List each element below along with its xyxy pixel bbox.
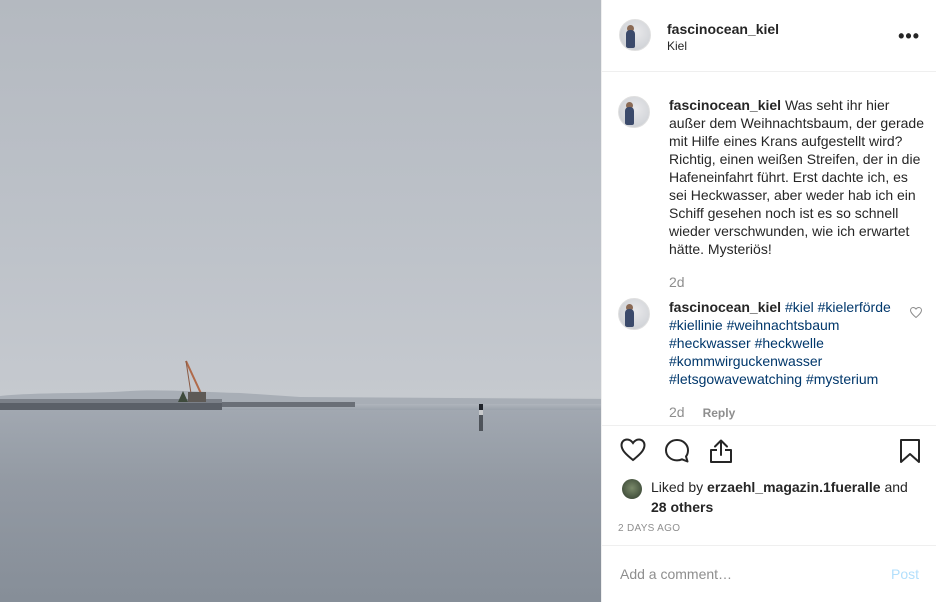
liker-avatar[interactable] <box>622 479 642 499</box>
reply-button[interactable]: Reply <box>703 406 736 420</box>
hashtag-link[interactable]: #kiellinie <box>669 317 723 333</box>
author-username[interactable]: fascinocean_kiel <box>667 21 779 37</box>
comment-input[interactable] <box>620 563 870 585</box>
add-comment-bar: Post <box>602 545 936 602</box>
share-icon[interactable] <box>709 438 733 464</box>
caption-username[interactable]: fascinocean_kiel <box>669 97 781 113</box>
bookmark-icon[interactable] <box>899 438 921 464</box>
hashtag-link[interactable]: #weihnachtsbaum <box>727 317 840 333</box>
post-side-panel: fascinocean_kiel Kiel ••• fascinocean_ki… <box>601 0 936 602</box>
comment-age[interactable]: 2d <box>669 404 685 420</box>
post-comment-button[interactable]: Post <box>891 566 919 582</box>
post-timestamp[interactable]: 2 DAYS AGO <box>618 523 680 534</box>
comment-icon[interactable] <box>664 438 690 464</box>
likes-others-link[interactable]: 28 others <box>651 499 713 515</box>
author-avatar[interactable] <box>619 19 651 51</box>
hashtag-link[interactable]: #kielerförde <box>818 299 891 315</box>
pier-right <box>222 402 355 407</box>
caption-avatar[interactable] <box>618 96 650 128</box>
post-photo[interactable] <box>0 0 601 602</box>
comment-meta: 2d Reply <box>669 404 735 420</box>
likes-conjunction: and <box>884 479 908 495</box>
hashtag-link[interactable]: #mysterium <box>806 371 878 387</box>
likes-prefix: Liked by <box>651 479 704 495</box>
post-header: fascinocean_kiel Kiel ••• <box>602 0 936 72</box>
liker-username[interactable]: erzaehl_magazin.1fueralle <box>707 479 881 495</box>
heart-icon[interactable] <box>620 438 646 462</box>
likes-text: Liked by erzaehl_magazin.1fueralle and 2… <box>651 477 931 517</box>
pier-left <box>0 402 222 410</box>
like-comment-heart-icon[interactable] <box>910 307 922 318</box>
hashtag-link[interactable]: #kommwirguckenwasser <box>669 353 822 369</box>
more-options-icon[interactable]: ••• <box>898 26 920 47</box>
harbor-scene <box>0 360 601 602</box>
caption-body: Was seht ihr hier außer dem Weihnachtsba… <box>669 97 924 257</box>
comment-text: fascinocean_kiel #kiel #kielerförde #kie… <box>669 298 909 388</box>
post-actions: Liked by erzaehl_magazin.1fueralle and 2… <box>602 425 936 545</box>
comments-section: fascinocean_kiel Was seht ihr hier außer… <box>602 73 936 425</box>
comment-username[interactable]: fascinocean_kiel <box>669 299 781 315</box>
caption-text: fascinocean_kiel Was seht ihr hier außer… <box>669 96 929 258</box>
post-location[interactable]: Kiel <box>667 39 687 53</box>
hashtag-link[interactable]: #letsgowavewatching <box>669 371 802 387</box>
hashtag-link[interactable]: #heckwasser <box>669 335 751 351</box>
hashtag-link[interactable]: #heckwelle <box>755 335 824 351</box>
hashtag-link[interactable]: #kiel <box>785 299 814 315</box>
caption-age[interactable]: 2d <box>669 274 685 290</box>
comment-avatar[interactable] <box>618 298 650 330</box>
